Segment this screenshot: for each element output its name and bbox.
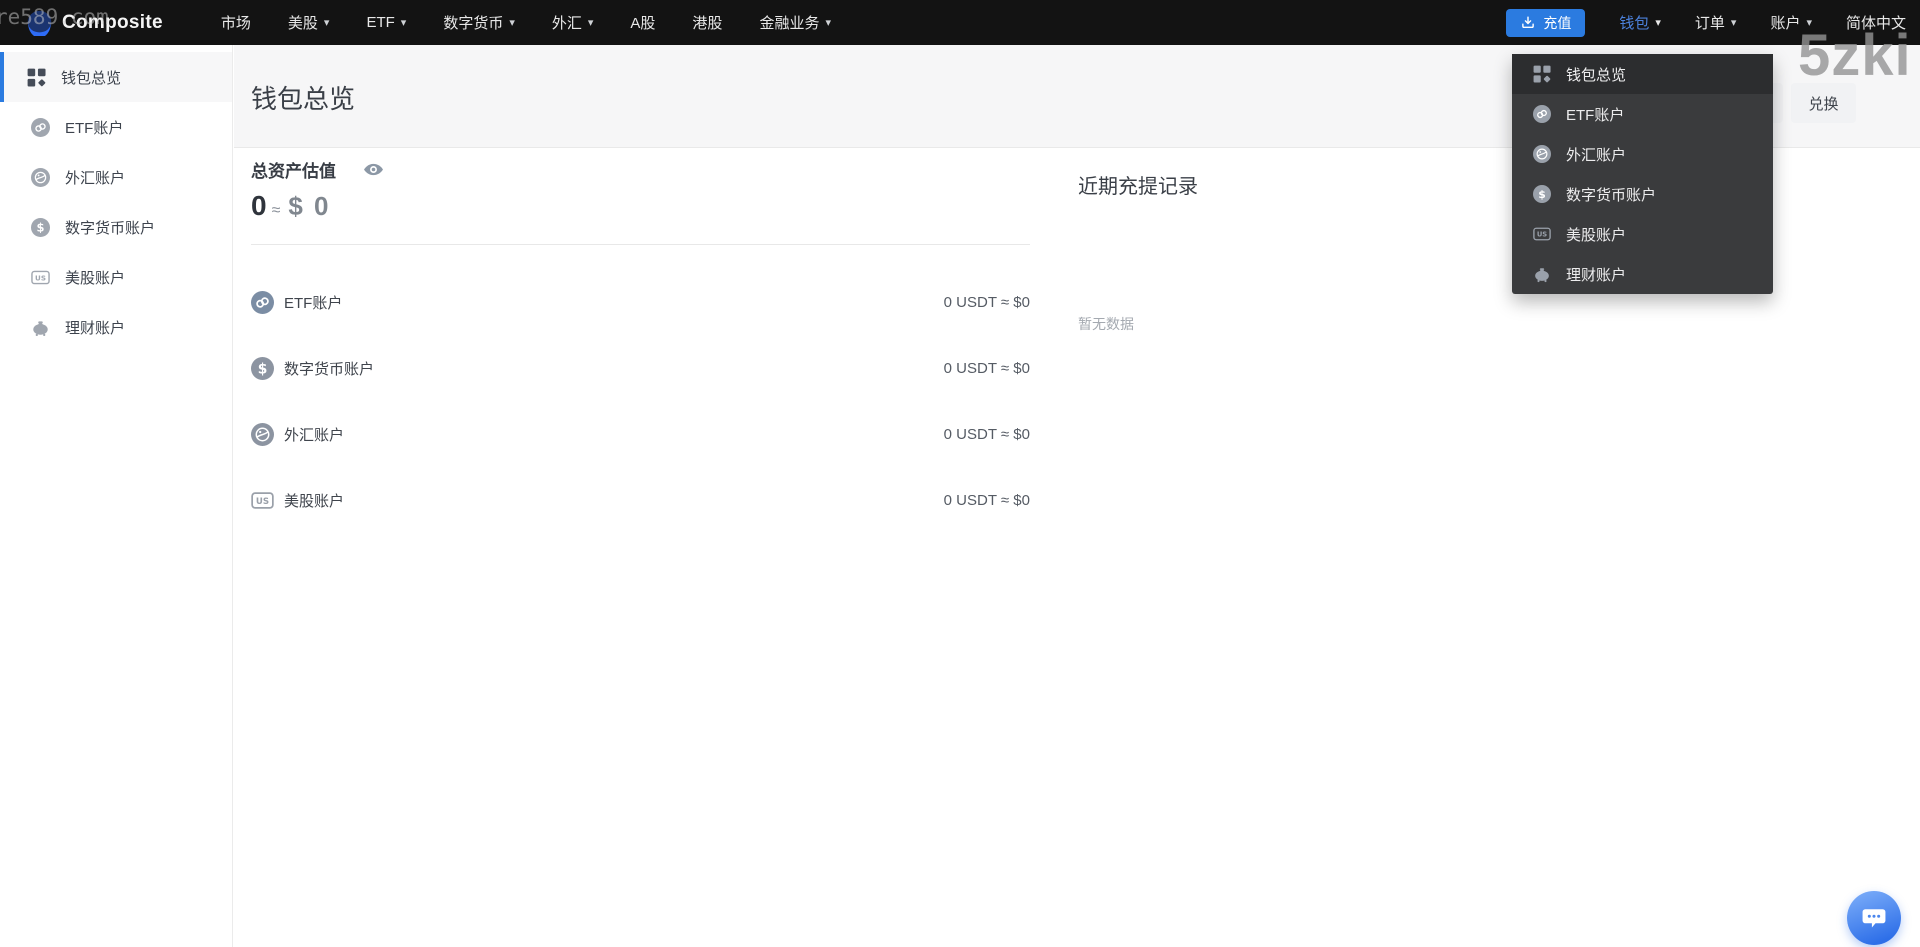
piggy-bank-icon [31, 318, 50, 337]
dropdown-item-crypto-account[interactable]: 数字货币账户 [1512, 174, 1773, 214]
total-assets-label: 总资产估值 [251, 162, 336, 181]
sidebar-item-label: 数字货币账户 [65, 219, 156, 237]
globe-icon [251, 423, 274, 446]
piggy-bank-icon [1533, 265, 1551, 283]
sidebar-item-wallet-overview[interactable]: 钱包总览 [0, 52, 232, 102]
account-row-crypto[interactable]: 数字货币账户 0 USDT ≈ $0 [251, 335, 1030, 401]
top-navbar: Composite 市场 美股 ETF 数字货币 外汇 A股 港股 金融业务 充… [0, 0, 1920, 45]
total-assets-usd: $ 0 [288, 191, 331, 221]
composite-logo-icon [26, 9, 53, 36]
sidebar-item-us-stock-account[interactable]: 美股账户 [0, 252, 232, 302]
etf-rings-icon [251, 291, 274, 314]
dollar-icon [1533, 185, 1551, 203]
nav-item-financial-services[interactable]: 金融业务 [759, 12, 831, 33]
navbar-right: 充值 钱包 订单 账户 简体中文 [1506, 0, 1906, 45]
nav-item-a-shares[interactable]: A股 [630, 12, 655, 33]
brand-logo[interactable]: Composite [26, 9, 163, 36]
dropdown-item-label: 理财账户 [1566, 266, 1627, 284]
nav-item-hk-stocks[interactable]: 港股 [692, 12, 722, 33]
chat-bubble-icon [1860, 904, 1888, 932]
dollar-icon [31, 218, 50, 237]
account-value: 0 USDT ≈ $0 [943, 491, 1030, 509]
us-stock-icon [1533, 225, 1551, 243]
sidebar-item-forex-account[interactable]: 外汇账户 [0, 152, 232, 202]
sidebar-item-label: 美股账户 [65, 269, 126, 287]
nav-item-etf[interactable]: ETF [366, 14, 406, 31]
recharge-label: 充值 [1543, 14, 1572, 31]
nav-item-forex[interactable]: 外汇 [552, 12, 594, 33]
dropdown-item-wallet-overview[interactable]: 钱包总览 [1512, 54, 1773, 94]
dropdown-item-us-stock-account[interactable]: 美股账户 [1512, 214, 1773, 254]
nav-item-crypto[interactable]: 数字货币 [443, 12, 515, 33]
nav-item-market[interactable]: 市场 [221, 12, 251, 33]
account-list: ETF账户 0 USDT ≈ $0 数字货币账户 0 USDT ≈ $0 外汇账… [251, 269, 1030, 533]
eye-icon[interactable] [363, 159, 384, 180]
account-row-us-stock[interactable]: 美股账户 0 USDT ≈ $0 [251, 467, 1030, 533]
main-nav: 市场 美股 ETF 数字货币 外汇 A股 港股 金融业务 [221, 12, 868, 33]
dropdown-item-label: 美股账户 [1566, 226, 1627, 244]
dropdown-item-label: 数字货币账户 [1566, 186, 1657, 204]
grid-icon [1533, 65, 1551, 83]
dropdown-item-label: 外汇账户 [1566, 146, 1627, 164]
dollar-icon [251, 357, 274, 380]
us-stock-icon [251, 489, 274, 512]
recharge-button[interactable]: 充值 [1506, 8, 1586, 37]
page-title: 钱包总览 [251, 84, 356, 114]
account-label: ETF账户 [284, 294, 343, 312]
total-assets-amount: 0 [251, 190, 267, 221]
sidebar-item-crypto-account[interactable]: 数字货币账户 [0, 202, 232, 252]
language-selector[interactable]: 简体中文 [1846, 12, 1906, 33]
brand-name: Composite [62, 11, 163, 33]
dropdown-item-wealth-account[interactable]: 理财账户 [1512, 254, 1773, 294]
nav-item-orders[interactable]: 订单 [1695, 12, 1737, 33]
sidebar-item-etf-account[interactable]: ETF账户 [0, 102, 232, 152]
nav-item-account[interactable]: 账户 [1770, 12, 1812, 33]
globe-icon [1533, 145, 1551, 163]
approx-symbol: ≈ [271, 202, 281, 219]
chat-support-button[interactable] [1847, 891, 1901, 945]
nav-item-wallet[interactable]: 钱包 [1619, 12, 1661, 33]
account-value: 0 USDT ≈ $0 [943, 425, 1030, 443]
download-icon [1520, 15, 1536, 31]
sidebar-item-label: 钱包总览 [61, 69, 122, 87]
sidebar-item-wealth-account[interactable]: 理财账户 [0, 302, 232, 352]
assets-column: 总资产估值 0 ≈ $ 0 ETF账户 0 USDT ≈ $0 数字货币账户 0… [251, 148, 1030, 533]
total-assets-section: 总资产估值 0 ≈ $ 0 [251, 148, 1030, 245]
account-label: 外汇账户 [284, 426, 345, 444]
account-row-forex[interactable]: 外汇账户 0 USDT ≈ $0 [251, 401, 1030, 467]
wallet-sidebar: 钱包总览 ETF账户 外汇账户 数字货币账户 美股账户 理财账户 [0, 45, 233, 947]
sidebar-item-label: 理财账户 [65, 319, 126, 337]
account-value: 0 USDT ≈ $0 [943, 359, 1030, 377]
grid-icon [27, 68, 46, 87]
nav-item-us-stocks[interactable]: 美股 [288, 12, 330, 33]
dropdown-item-etf-account[interactable]: ETF账户 [1512, 94, 1773, 134]
account-row-etf[interactable]: ETF账户 0 USDT ≈ $0 [251, 269, 1030, 335]
us-stock-icon [31, 268, 50, 287]
dropdown-item-forex-account[interactable]: 外汇账户 [1512, 134, 1773, 174]
convert-button[interactable]: 兑换 [1791, 83, 1856, 123]
records-column: 近期充提记录 查看全部 暂无数据 [1078, 148, 1920, 334]
wallet-dropdown-menu: 钱包总览 ETF账户 外汇账户 数字货币账户 美股账户 理财账户 [1512, 54, 1773, 294]
globe-icon [31, 168, 50, 187]
account-value: 0 USDT ≈ $0 [943, 293, 1030, 311]
dropdown-item-label: ETF账户 [1566, 106, 1625, 124]
account-label: 美股账户 [284, 492, 345, 510]
etf-rings-icon [31, 118, 50, 137]
empty-state-text: 暂无数据 [1078, 316, 1134, 332]
dropdown-item-label: 钱包总览 [1566, 66, 1627, 84]
sidebar-item-label: ETF账户 [65, 119, 124, 137]
account-label: 数字货币账户 [284, 360, 375, 378]
sidebar-item-label: 外汇账户 [65, 169, 126, 187]
records-title: 近期充提记录 [1078, 176, 1198, 198]
etf-rings-icon [1533, 105, 1551, 123]
